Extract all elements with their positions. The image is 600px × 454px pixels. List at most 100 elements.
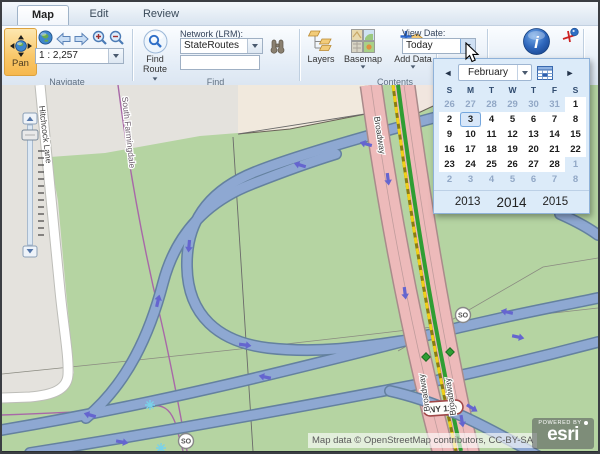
calendar-day-header: F bbox=[544, 84, 565, 97]
view-date-value: Today bbox=[403, 39, 460, 53]
calendar-day[interactable]: 10 bbox=[460, 127, 481, 142]
calendar-grid: 2627282930311234567891011121314151617181… bbox=[439, 97, 589, 187]
route-location-tool-icon bbox=[561, 27, 581, 46]
calendar-day[interactable]: 27 bbox=[523, 157, 544, 172]
tab-map[interactable]: Map bbox=[17, 5, 69, 25]
calendar-day-header: M bbox=[460, 84, 481, 97]
chevron-down-icon bbox=[361, 65, 366, 68]
zoom-slider-track[interactable] bbox=[28, 125, 33, 245]
toolbar-divider bbox=[132, 29, 133, 81]
network-combobox[interactable]: StateRoutes bbox=[180, 38, 263, 54]
calendar-day[interactable]: 8 bbox=[565, 172, 586, 187]
calendar-header: ◄ February ► bbox=[442, 64, 589, 81]
calendar-month-combobox[interactable]: February bbox=[458, 64, 532, 81]
route-shield-parkway: SO bbox=[179, 434, 194, 449]
find-route-label: Find Route bbox=[138, 55, 172, 75]
route-location-tool-button[interactable] bbox=[560, 26, 582, 46]
calendar-day[interactable]: 21 bbox=[544, 142, 565, 157]
map-scale-combobox[interactable]: 1 : 2,257 bbox=[35, 48, 124, 64]
next-extent-button[interactable] bbox=[73, 30, 90, 47]
calendar-day[interactable]: 5 bbox=[502, 112, 523, 127]
calendar-day[interactable]: 14 bbox=[544, 127, 565, 142]
calendar-day[interactable]: 3 bbox=[460, 172, 481, 187]
calendar-day[interactable]: 15 bbox=[565, 127, 586, 142]
calendar-day[interactable]: 6 bbox=[523, 172, 544, 187]
calendar-day[interactable]: 22 bbox=[565, 142, 586, 157]
previous-extent-button[interactable] bbox=[55, 30, 72, 47]
binoculars-icon bbox=[269, 39, 286, 54]
calendar-day-selected[interactable]: 3 bbox=[460, 112, 481, 127]
layers-button[interactable]: Layers bbox=[303, 30, 339, 64]
calendar-day[interactable]: 26 bbox=[439, 97, 460, 112]
calendar-day[interactable]: 11 bbox=[481, 127, 502, 142]
calendar-day[interactable]: 20 bbox=[523, 142, 544, 157]
network-dropdown-button[interactable] bbox=[247, 39, 262, 53]
zoom-out-icon bbox=[109, 30, 125, 46]
calendar-year[interactable]: 2013 bbox=[455, 196, 481, 208]
pan-label: Pan bbox=[12, 58, 29, 69]
calendar-day-header: W bbox=[502, 84, 523, 97]
calendar-day[interactable]: 1 bbox=[565, 157, 586, 172]
calendar-day[interactable]: 17 bbox=[460, 142, 481, 157]
full-extent-button[interactable] bbox=[37, 29, 54, 46]
calendar-day[interactable]: 16 bbox=[439, 142, 460, 157]
network-value: StateRoutes bbox=[181, 39, 247, 53]
calendar-day[interactable]: 28 bbox=[481, 97, 502, 112]
calendar-day[interactable]: 18 bbox=[481, 142, 502, 157]
info-button[interactable]: i bbox=[521, 26, 551, 56]
route-search-input[interactable] bbox=[180, 55, 260, 70]
calendar-day[interactable]: 12 bbox=[502, 127, 523, 142]
ribbon-tab-bar: Map Edit Review bbox=[2, 2, 598, 26]
toolbar-divider bbox=[299, 29, 300, 81]
calendar-view-button[interactable] bbox=[536, 65, 554, 81]
zoom-in-button[interactable] bbox=[91, 29, 108, 46]
calendar-day[interactable]: 2 bbox=[439, 112, 460, 127]
view-date-dropdown-button[interactable] bbox=[460, 39, 475, 53]
calendar-next-month-button[interactable]: ► bbox=[564, 68, 576, 78]
pan-button[interactable]: Pan bbox=[4, 28, 37, 76]
calendar-day[interactable]: 8 bbox=[565, 112, 586, 127]
calendar-day[interactable]: 9 bbox=[439, 127, 460, 142]
calendar-day[interactable]: 23 bbox=[439, 157, 460, 172]
tab-edit[interactable]: Edit bbox=[72, 5, 126, 24]
calendar-day[interactable]: 4 bbox=[481, 172, 502, 187]
calendar-year[interactable]: 2014 bbox=[496, 195, 526, 210]
calendar-day[interactable]: 2 bbox=[439, 172, 460, 187]
calendar-day-header: S bbox=[439, 84, 460, 97]
zoom-in-icon bbox=[92, 30, 108, 46]
tab-review[interactable]: Review bbox=[130, 5, 192, 24]
map-scale-dropdown-button[interactable] bbox=[108, 49, 123, 63]
calendar-day[interactable]: 31 bbox=[544, 97, 565, 112]
calendar-day[interactable]: 7 bbox=[544, 112, 565, 127]
view-date-combobox[interactable]: Today bbox=[402, 38, 476, 54]
calendar-day[interactable]: 13 bbox=[523, 127, 544, 142]
calendar-day[interactable]: 6 bbox=[523, 112, 544, 127]
basemap-button[interactable]: Basemap bbox=[341, 29, 385, 69]
app-window: Map Edit Review Pan bbox=[0, 0, 600, 454]
calendar-day[interactable]: 4 bbox=[481, 112, 502, 127]
search-routes-button[interactable] bbox=[268, 38, 287, 55]
calendar-day-header: T bbox=[523, 84, 544, 97]
esri-brand-text: esri bbox=[532, 425, 594, 444]
calendar-day[interactable]: 5 bbox=[502, 172, 523, 187]
calendar-day[interactable]: 27 bbox=[460, 97, 481, 112]
calendar-day-header: T bbox=[481, 84, 502, 97]
calendar-day[interactable]: 24 bbox=[460, 157, 481, 172]
find-route-button[interactable]: Find Route bbox=[138, 29, 172, 81]
calendar-day[interactable]: 1 bbox=[565, 97, 586, 112]
calendar-year[interactable]: 2015 bbox=[543, 196, 569, 208]
calendar-day[interactable]: 7 bbox=[544, 172, 565, 187]
calendar-day[interactable]: 25 bbox=[481, 157, 502, 172]
calendar-month-dropdown-button[interactable] bbox=[517, 65, 531, 80]
calendar-prev-month-button[interactable]: ◄ bbox=[442, 68, 454, 78]
calendar-day[interactable]: 19 bbox=[502, 142, 523, 157]
calendar-day[interactable]: 29 bbox=[502, 97, 523, 112]
pan-icon bbox=[10, 35, 32, 57]
residential-area bbox=[238, 85, 375, 134]
calendar-day-headers: SMTWTFS bbox=[439, 84, 589, 97]
zoom-out-button[interactable] bbox=[108, 29, 125, 46]
calendar-day[interactable]: 26 bbox=[502, 157, 523, 172]
calendar-day[interactable]: 30 bbox=[523, 97, 544, 112]
calendar-day[interactable]: 28 bbox=[544, 157, 565, 172]
basemap-label: Basemap bbox=[344, 54, 382, 64]
